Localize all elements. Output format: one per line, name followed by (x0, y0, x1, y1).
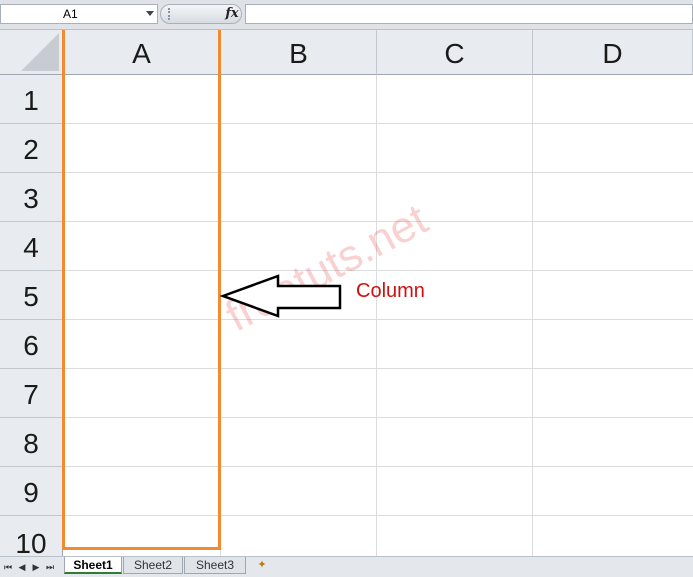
column-header-d[interactable]: D (533, 30, 693, 75)
sheet-tab-bar: ⏮ ◀ ▶ ⏭ Sheet1 Sheet2 Sheet3 ✦ (0, 556, 693, 577)
formula-input[interactable] (245, 4, 693, 24)
last-sheet-icon[interactable]: ⏭ (44, 560, 56, 574)
insert-function-icon[interactable]: fx (222, 5, 242, 23)
row-header-1[interactable]: 1 (0, 75, 63, 124)
gridline (63, 270, 693, 271)
gridline (376, 75, 377, 557)
row-header-2[interactable]: 2 (0, 124, 63, 173)
select-all-button[interactable] (0, 30, 63, 75)
resize-grip-icon[interactable] (168, 8, 178, 20)
insert-worksheet-icon[interactable]: ✦ (252, 558, 272, 573)
gridline (63, 123, 693, 124)
row-header-4[interactable]: 4 (0, 222, 63, 271)
column-header-c[interactable]: C (377, 30, 533, 75)
watermark: freetuts.net (218, 194, 436, 342)
sheet-tab-sheet1[interactable]: Sheet1 (64, 557, 122, 574)
formula-bar: A1 fx (0, 0, 693, 30)
first-sheet-icon[interactable]: ⏮ (2, 560, 14, 574)
row-header-8[interactable]: 8 (0, 418, 63, 467)
row-header-5[interactable]: 5 (0, 271, 63, 320)
gridline (63, 417, 693, 418)
name-box[interactable]: A1 (0, 4, 158, 24)
left-arrow-icon (220, 274, 342, 318)
select-all-icon (21, 33, 59, 71)
column-header-b[interactable]: B (221, 30, 377, 75)
column-annotation-label: Column (356, 280, 425, 302)
row-header-10[interactable]: 10 (0, 516, 63, 557)
gridline (532, 75, 533, 557)
gridline (63, 515, 693, 516)
row-header-3[interactable]: 3 (0, 173, 63, 222)
prev-sheet-icon[interactable]: ◀ (16, 560, 28, 574)
column-a-highlight (62, 30, 221, 550)
name-box-dropdown-icon[interactable] (146, 11, 154, 16)
gridline (63, 319, 693, 320)
sheet-tab-sheet2[interactable]: Sheet2 (123, 557, 183, 574)
gridline (63, 368, 693, 369)
row-header-6[interactable]: 6 (0, 320, 63, 369)
next-sheet-icon[interactable]: ▶ (30, 560, 42, 574)
gridline (63, 172, 693, 173)
gridline (63, 466, 693, 467)
sheet-tab-sheet3[interactable]: Sheet3 (184, 557, 246, 574)
row-header-7[interactable]: 7 (0, 369, 63, 418)
column-header-a[interactable]: A (63, 30, 221, 75)
worksheet-grid[interactable]: A B C D 1 2 3 4 5 6 7 8 9 10 freetuts.ne… (0, 30, 693, 557)
row-header-9[interactable]: 9 (0, 467, 63, 516)
